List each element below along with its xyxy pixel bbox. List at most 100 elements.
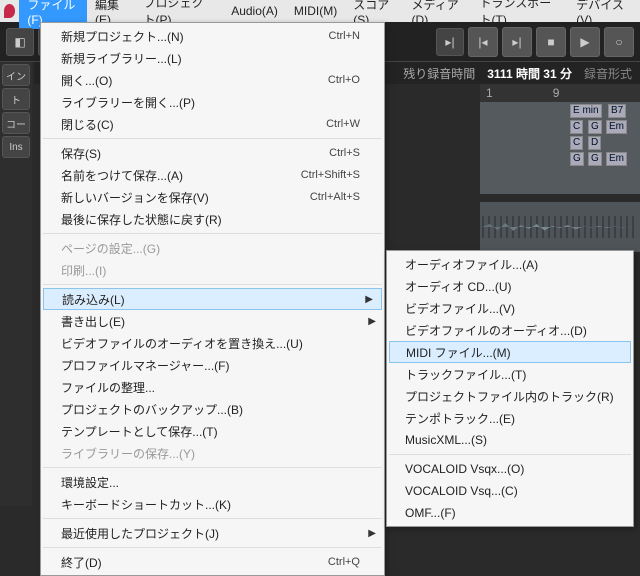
file-menu-item-11: ページの設定...(G) bbox=[41, 237, 384, 259]
file-menu-item-label: 最後に保存した状態に戻す(R) bbox=[61, 211, 360, 228]
file-menu-item-label: ファイルの整理... bbox=[61, 379, 360, 396]
import-submenu-item-label: MIDI ファイル...(M) bbox=[406, 344, 511, 361]
timeline-ruler[interactable]: 1 9 bbox=[480, 84, 640, 102]
import-submenu-item-label: OMF...(F) bbox=[405, 506, 456, 520]
audio-track[interactable] bbox=[480, 202, 640, 252]
file-menu-item-18[interactable]: ファイルの整理... bbox=[41, 376, 384, 398]
file-menu-item-label: 新規ライブラリー...(L) bbox=[61, 50, 360, 67]
auto-scroll-button[interactable]: ▸| bbox=[436, 28, 464, 56]
chord-c2[interactable]: C bbox=[570, 136, 583, 150]
import-submenu-sep bbox=[389, 454, 631, 455]
file-menu-item-shortcut: Ctrl+O bbox=[328, 74, 360, 86]
play-button[interactable]: ▶ bbox=[570, 27, 600, 57]
submenu-arrow-icon: ▶ bbox=[368, 528, 376, 539]
submenu-arrow-icon: ▶ bbox=[365, 294, 373, 305]
file-menu-item-label: 環境設定... bbox=[61, 474, 360, 491]
left-tab-track[interactable]: ト bbox=[2, 88, 30, 110]
import-submenu-item-12[interactable]: OMF...(F) bbox=[387, 502, 633, 524]
file-menu-item-shortcut: Ctrl+N bbox=[329, 30, 360, 42]
file-menu-item-12: 印刷...(I) bbox=[41, 259, 384, 281]
menu-audio[interactable]: Audio(A) bbox=[223, 2, 286, 20]
file-menu-item-1[interactable]: 新規ライブラリー...(L) bbox=[41, 47, 384, 69]
submenu-arrow-icon: ▶ bbox=[368, 316, 376, 327]
file-menu-item-28[interactable]: 終了(D)Ctrl+Q bbox=[41, 551, 384, 573]
file-menu-item-label: プロファイルマネージャー...(F) bbox=[61, 357, 360, 374]
file-menu-item-21: ライブラリーの保存...(Y) bbox=[41, 442, 384, 464]
chord-d[interactable]: D bbox=[588, 136, 601, 150]
menu-midi[interactable]: MIDI(M) bbox=[286, 2, 345, 20]
import-submenu-item-2[interactable]: ビデオファイル...(V) bbox=[387, 297, 633, 319]
chord-g3[interactable]: G bbox=[588, 152, 602, 166]
file-menu-item-24[interactable]: キーボードショートカット...(K) bbox=[41, 493, 384, 515]
file-menu-item-2[interactable]: 開く...(O)Ctrl+O bbox=[41, 69, 384, 91]
menu-transport[interactable]: トランスポート(T) bbox=[472, 0, 569, 30]
file-menu-item-20[interactable]: テンプレートとして保存...(T) bbox=[41, 420, 384, 442]
file-menu-sep bbox=[43, 233, 382, 234]
left-tab-instrument[interactable]: Ins bbox=[2, 136, 30, 158]
import-submenu-item-label: VOCALOID Vsqx...(O) bbox=[405, 462, 524, 476]
record-button[interactable]: ○ bbox=[604, 27, 634, 57]
stop-button[interactable]: ■ bbox=[536, 27, 566, 57]
file-menu-item-shortcut: Ctrl+Shift+S bbox=[301, 169, 360, 181]
import-submenu-item-0[interactable]: オーディオファイル...(A) bbox=[387, 253, 633, 275]
import-submenu-item-8[interactable]: MusicXML...(S) bbox=[387, 429, 633, 451]
chord-emin[interactable]: E min bbox=[570, 104, 602, 118]
file-menu-item-shortcut: Ctrl+S bbox=[329, 147, 360, 159]
app-logo bbox=[4, 4, 15, 18]
import-submenu: オーディオファイル...(A)オーディオ CD...(U) ビデオファイル...(… bbox=[386, 250, 634, 527]
import-submenu-item-1[interactable]: オーディオ CD...(U) bbox=[387, 275, 633, 297]
file-menu-item-label: 最近使用したプロジェクト(J) bbox=[61, 525, 360, 542]
file-menu-item-4[interactable]: 閉じる(C)Ctrl+W bbox=[41, 113, 384, 135]
chord-b7[interactable]: B7 bbox=[608, 104, 626, 118]
chord-track[interactable]: E min B7 C G Em C D G G Em bbox=[480, 102, 640, 194]
chord-g2[interactable]: G bbox=[570, 152, 584, 166]
import-submenu-item-7[interactable]: テンポトラック...(E) bbox=[387, 407, 633, 429]
file-menu-item-label: 開く...(O) bbox=[61, 72, 328, 89]
file-menu-sep bbox=[43, 284, 382, 285]
import-submenu-item-label: MusicXML...(S) bbox=[405, 433, 487, 447]
file-menu-item-7[interactable]: 名前をつけて保存...(A)Ctrl+Shift+S bbox=[41, 164, 384, 186]
file-menu-item-label: プロジェクトのバックアップ...(B) bbox=[61, 401, 360, 418]
import-submenu-item-6[interactable]: プロジェクトファイル内のトラック(R) bbox=[387, 385, 633, 407]
file-menu-item-0[interactable]: 新規プロジェクト...(N)Ctrl+N bbox=[41, 25, 384, 47]
chord-g[interactable]: G bbox=[588, 120, 602, 134]
menu-device[interactable]: デバイス(V) bbox=[568, 0, 636, 29]
import-submenu-item-label: VOCALOID Vsq...(C) bbox=[405, 484, 518, 498]
menu-media[interactable]: メディア(D) bbox=[404, 0, 472, 29]
file-menu-item-23[interactable]: 環境設定... bbox=[41, 471, 384, 493]
ruler-mark-1: 1 bbox=[486, 86, 493, 100]
file-menu-item-6[interactable]: 保存(S)Ctrl+S bbox=[41, 142, 384, 164]
file-menu-item-14[interactable]: 読み込み(L)▶ bbox=[43, 288, 382, 310]
file-menu-item-3[interactable]: ライブラリーを開く...(P) bbox=[41, 91, 384, 113]
chord-em2[interactable]: Em bbox=[606, 152, 627, 166]
left-tab-inspector[interactable]: イン bbox=[2, 64, 30, 86]
import-submenu-item-4[interactable]: MIDI ファイル...(M) bbox=[389, 341, 631, 363]
file-menu-item-15[interactable]: 書き出し(E)▶ bbox=[41, 310, 384, 332]
file-menu-item-26[interactable]: 最近使用したプロジェクト(J) ▶ bbox=[41, 522, 384, 544]
next-marker-button[interactable]: ▸| bbox=[502, 27, 532, 57]
chord-c[interactable]: C bbox=[570, 120, 583, 134]
toggle-left-panel-button[interactable]: ◧ bbox=[6, 28, 34, 56]
import-submenu-item-3[interactable]: ビデオファイルのオーディオ...(D) bbox=[387, 319, 633, 341]
rec-time-label: 残り録音時間 bbox=[403, 65, 475, 82]
file-menu-item-label: キーボードショートカット...(K) bbox=[61, 496, 360, 513]
file-menu-item-label: テンプレートとして保存...(T) bbox=[61, 423, 360, 440]
ruler-mark-9: 9 bbox=[553, 86, 560, 100]
import-submenu-item-label: プロジェクトファイル内のトラック(R) bbox=[405, 388, 614, 405]
chord-em[interactable]: Em bbox=[606, 120, 627, 134]
import-submenu-item-5[interactable]: トラックファイル...(T) bbox=[387, 363, 633, 385]
menu-bar: ファイル(F) 編集(E) プロジェクト(P) Audio(A) MIDI(M)… bbox=[0, 0, 640, 22]
left-tab-chord[interactable]: コー bbox=[2, 112, 30, 134]
file-menu-item-label: ページの設定...(G) bbox=[61, 240, 360, 257]
file-menu-item-8[interactable]: 新しいバージョンを保存(V)Ctrl+Alt+S bbox=[41, 186, 384, 208]
import-submenu-item-11[interactable]: VOCALOID Vsq...(C) bbox=[387, 480, 633, 502]
import-submenu-item-10[interactable]: VOCALOID Vsqx...(O) bbox=[387, 458, 633, 480]
file-menu-sep bbox=[43, 467, 382, 468]
import-submenu-item-label: ビデオファイル...(V) bbox=[405, 300, 515, 317]
file-menu-item-17[interactable]: プロファイルマネージャー...(F) bbox=[41, 354, 384, 376]
file-menu-item-9[interactable]: 最後に保存した状態に戻す(R) bbox=[41, 208, 384, 230]
prev-marker-button[interactable]: |◂ bbox=[468, 27, 498, 57]
file-menu-item-19[interactable]: プロジェクトのバックアップ...(B) bbox=[41, 398, 384, 420]
file-menu-item-16[interactable]: ビデオファイルのオーディオを置き換え...(U) bbox=[41, 332, 384, 354]
file-menu-item-label: 新しいバージョンを保存(V) bbox=[61, 189, 310, 206]
